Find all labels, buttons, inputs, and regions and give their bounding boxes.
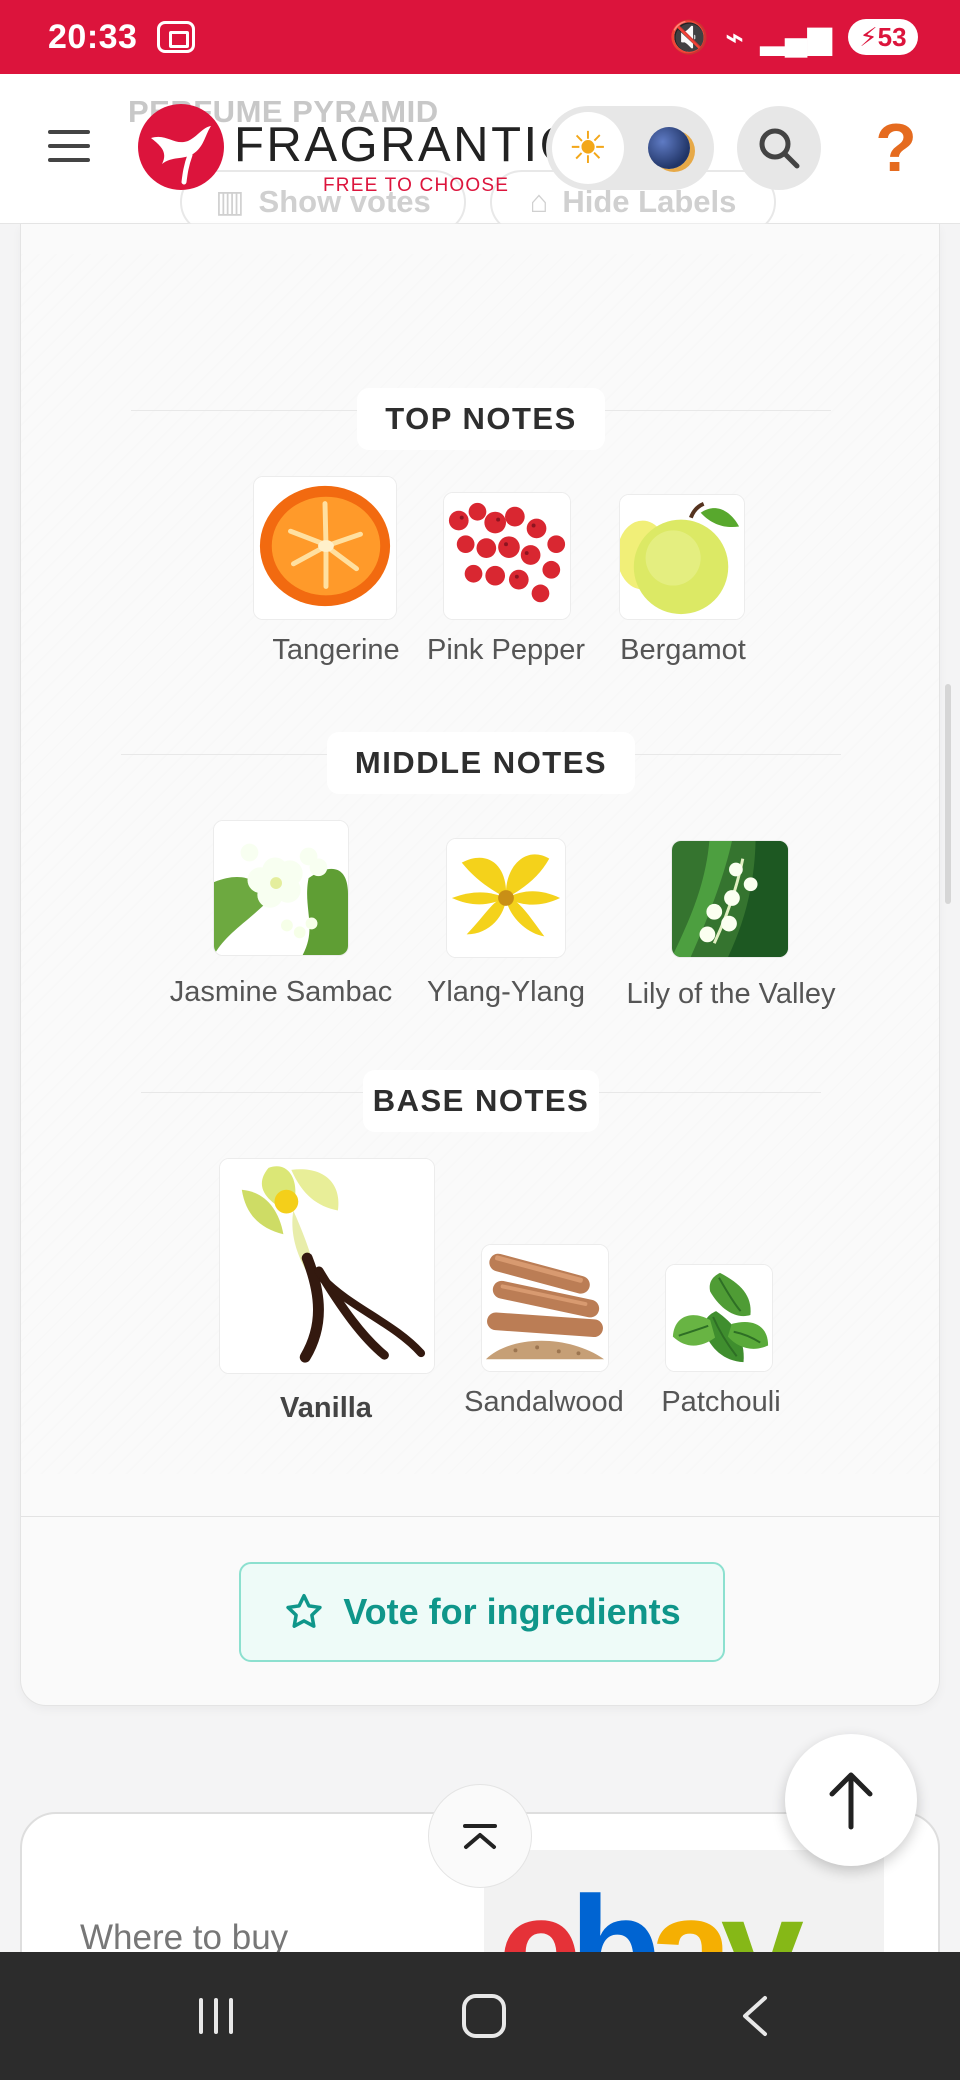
bergamot-image-icon (619, 494, 745, 620)
status-bar: 20:33 🔇 ⌁ ▂▄▆ ⚡ 53 (0, 0, 960, 74)
note-lily-of-the-valley[interactable]: Lily of the Valley (611, 840, 851, 1010)
battery-badge: ⚡ 53 (848, 19, 918, 55)
hamburger-menu-icon[interactable] (48, 130, 90, 162)
note-ylang-ylang[interactable]: Ylang-Ylang (401, 838, 611, 1008)
vanilla-image-icon (219, 1158, 435, 1374)
ylang-ylang-image-icon (446, 838, 566, 958)
base-notes-title: BASE NOTES (363, 1070, 599, 1132)
note-label: Patchouli (661, 1386, 781, 1418)
top-notes-title: TOP NOTES (357, 388, 605, 450)
arrow-up-icon (829, 1772, 873, 1830)
note-vanilla[interactable]: Vanilla (191, 1158, 461, 1438)
middle-notes-title: MIDDLE NOTES (327, 732, 635, 794)
chevron-up-icon (463, 1824, 497, 1849)
note-label: Tangerine (272, 634, 400, 666)
star-icon (286, 1593, 322, 1628)
collapse-button[interactable] (428, 1784, 532, 1888)
search-icon (759, 128, 800, 169)
note-pink-pepper[interactable]: Pink Pepper (411, 492, 601, 666)
status-time: 20:33 (48, 17, 138, 56)
note-jasmine-sambac[interactable]: Jasmine Sambac (151, 820, 411, 1008)
signal-icon: ▂▄▆ (760, 19, 832, 55)
note-label: Lily of the Valley (626, 978, 836, 1010)
lily-of-the-valley-image-icon (671, 840, 789, 958)
note-bergamot[interactable]: Bergamot (603, 494, 763, 666)
patchouli-image-icon (665, 1264, 773, 1372)
brand-tagline: FREE TO CHOOSE (323, 175, 510, 196)
status-icons: 🔇 ⌁ ▂▄▆ ⚡ 53 (669, 19, 918, 55)
sun-icon: ☀ (552, 112, 624, 184)
android-navigation-bar (0, 1952, 960, 2080)
help-button[interactable]: ? (852, 104, 940, 192)
hummingbird-icon (151, 126, 211, 185)
note-label: Pink Pepper (427, 634, 585, 666)
back-icon[interactable] (718, 1980, 790, 2052)
question-head-icon: ? (875, 110, 917, 186)
pyramid-scrollbar[interactable] (945, 684, 951, 904)
search-button[interactable] (737, 106, 821, 190)
screenshot-icon (157, 21, 196, 53)
fragrantica-logo-icon[interactable] (138, 104, 224, 190)
vote-for-ingredients-button[interactable]: Vote for ingredients (239, 1562, 725, 1662)
card-divider (21, 1516, 939, 1517)
note-tangerine[interactable]: Tangerine (231, 476, 411, 666)
back-to-top-button[interactable] (785, 1734, 917, 1866)
home-icon[interactable] (448, 1980, 520, 2052)
moon-icon (648, 127, 690, 169)
note-label: Sandalwood (464, 1386, 624, 1418)
pink-pepper-image-icon (443, 492, 571, 620)
note-label: Ylang-Ylang (427, 976, 585, 1008)
sandalwood-image-icon (481, 1244, 609, 1372)
note-label: Vanilla (280, 1392, 372, 1424)
app-header: PERFUME PYRAMID ▥ Show votes ⌂ Hide Labe… (0, 74, 960, 234)
note-patchouli[interactable]: Patchouli (637, 1264, 805, 1434)
jasmine-image-icon (213, 820, 349, 956)
perfume-pyramid-card: TOP NOTES Tangerine Pink Pepper Bergamot… (20, 224, 951, 1706)
note-label: Jasmine Sambac (169, 976, 393, 1008)
note-label: Bergamot (620, 634, 746, 666)
recents-icon[interactable] (180, 1980, 252, 2052)
wifi-icon: ⌁ (724, 19, 745, 55)
mute-icon: 🔇 (669, 19, 709, 55)
tag-icon: ⌂ (529, 184, 549, 219)
note-sandalwood[interactable]: Sandalwood (439, 1244, 649, 1434)
tangerine-image-icon (253, 476, 397, 620)
vote-for-ingredients-label: Vote for ingredients (343, 1591, 681, 1632)
theme-toggle[interactable]: ☀ (546, 106, 714, 190)
